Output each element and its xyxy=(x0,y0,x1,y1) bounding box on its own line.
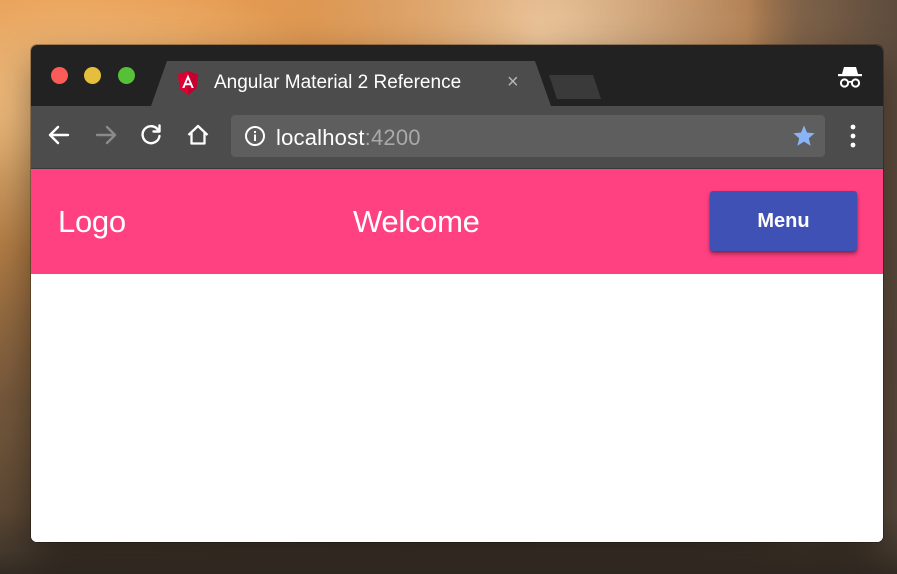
kebab-menu-icon[interactable] xyxy=(847,122,859,150)
browser-window: Angular Material 2 Reference × localhost… xyxy=(31,45,883,542)
menu-button[interactable]: Menu xyxy=(710,191,857,251)
tab-close-icon[interactable]: × xyxy=(507,70,519,94)
browser-titlebar: Angular Material 2 Reference × xyxy=(31,45,883,106)
reload-icon[interactable] xyxy=(138,122,164,148)
arrow-right-icon[interactable] xyxy=(93,122,119,148)
home-icon[interactable] xyxy=(185,122,211,148)
browser-toolbar: localhost:4200 xyxy=(31,106,883,169)
minimize-window-button[interactable] xyxy=(84,67,101,84)
info-icon[interactable] xyxy=(244,125,266,147)
star-icon[interactable] xyxy=(792,124,816,148)
angular-icon xyxy=(178,71,198,95)
arrow-left-icon[interactable] xyxy=(46,122,72,148)
close-window-button[interactable] xyxy=(51,67,68,84)
new-tab-button[interactable] xyxy=(549,75,601,99)
page-title: Welcome xyxy=(353,204,480,239)
address-bar[interactable]: localhost:4200 xyxy=(231,115,825,157)
incognito-icon xyxy=(838,67,862,88)
page-content: Logo Welcome Menu xyxy=(31,169,883,542)
desktop-background: Angular Material 2 Reference × localhost… xyxy=(0,0,897,574)
app-toolbar: Logo Welcome Menu xyxy=(31,169,883,274)
maximize-window-button[interactable] xyxy=(118,67,135,84)
url-host: localhost xyxy=(276,125,365,150)
app-logo: Logo xyxy=(58,204,126,239)
url-text: localhost:4200 xyxy=(276,125,421,151)
tab-title: Angular Material 2 Reference xyxy=(214,72,462,93)
url-port: :4200 xyxy=(364,125,421,150)
